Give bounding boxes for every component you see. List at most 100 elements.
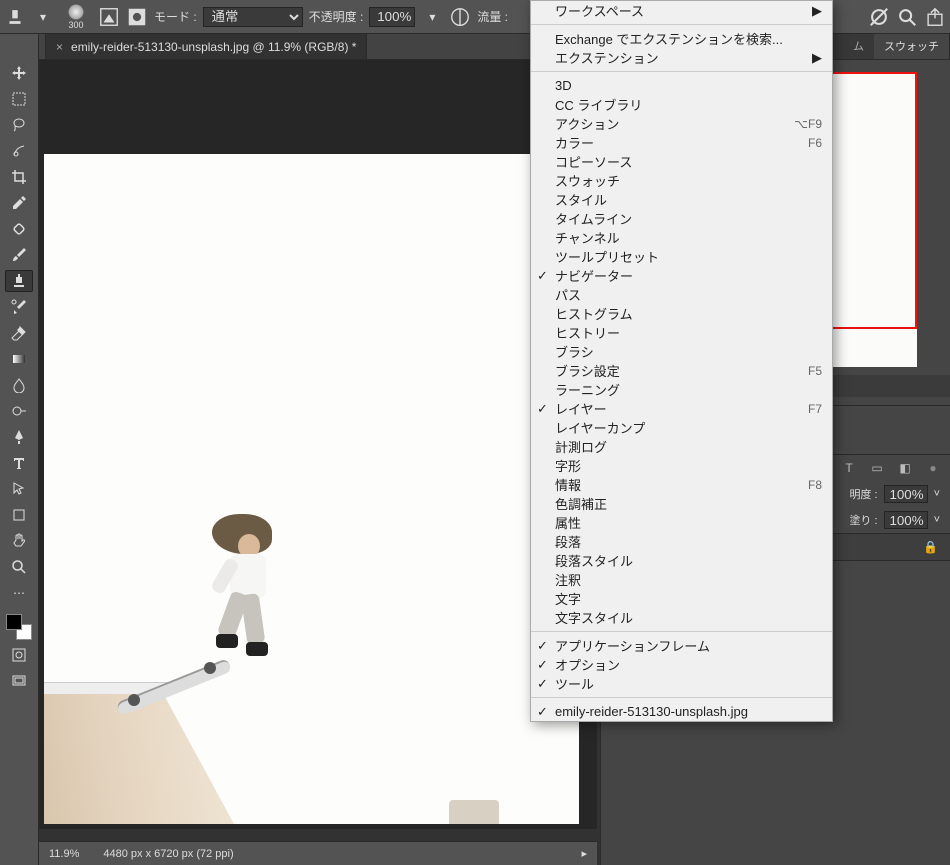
eyedropper-tool[interactable] bbox=[5, 192, 33, 214]
menu-item[interactable]: Exchange でエクステンションを検索... bbox=[531, 29, 832, 48]
search-icon[interactable] bbox=[896, 6, 918, 28]
menu-item[interactable]: エクステンション▶ bbox=[531, 48, 832, 67]
layer-opacity-label: 明度 : bbox=[849, 486, 877, 502]
opacity-input[interactable] bbox=[369, 7, 415, 27]
menu-shortcut: F8 bbox=[808, 478, 822, 492]
menu-separator bbox=[531, 631, 832, 632]
menu-item[interactable]: スウォッチ bbox=[531, 171, 832, 190]
menu-item-label: レイヤーカンプ bbox=[555, 418, 645, 437]
menu-item[interactable]: レイヤーカンプ bbox=[531, 418, 832, 437]
menu-item[interactable]: タイムライン bbox=[531, 209, 832, 228]
layer-opacity-input[interactable] bbox=[884, 485, 928, 503]
menu-item[interactable]: CC ライブラリ bbox=[531, 95, 832, 114]
panel-tab-swatches[interactable]: スウォッチ bbox=[874, 34, 950, 59]
menu-item[interactable]: 字形 bbox=[531, 456, 832, 475]
marquee-tool[interactable] bbox=[5, 88, 33, 110]
dodge-tool[interactable] bbox=[5, 400, 33, 422]
screenmode-tool[interactable] bbox=[5, 670, 33, 692]
menu-item[interactable]: ✓レイヤーF7 bbox=[531, 399, 832, 418]
quickmask-tool[interactable] bbox=[5, 644, 33, 666]
hand-tool[interactable] bbox=[5, 530, 33, 552]
menu-item-label: スタイル bbox=[555, 190, 607, 209]
menu-item[interactable]: ✓emily-reider-513130-unsplash.jpg bbox=[531, 702, 832, 721]
menu-item-label: 文字スタイル bbox=[555, 608, 633, 627]
panel-tab-histogram[interactable]: ム bbox=[843, 34, 874, 59]
path-select-tool[interactable] bbox=[5, 478, 33, 500]
clone-stamp-tool[interactable] bbox=[5, 270, 33, 292]
healing-tool[interactable] bbox=[5, 218, 33, 240]
menu-item[interactable]: チャンネル bbox=[531, 228, 832, 247]
check-icon: ✓ bbox=[537, 704, 548, 720]
menu-item[interactable]: ✓オプション bbox=[531, 655, 832, 674]
history-brush-tool[interactable] bbox=[5, 296, 33, 318]
menu-item[interactable]: ラーニング bbox=[531, 380, 832, 399]
menu-item[interactable]: ワークスペース▶ bbox=[531, 1, 832, 20]
menu-item[interactable]: ✓アプリケーションフレーム bbox=[531, 636, 832, 655]
pressure-icon[interactable] bbox=[868, 6, 890, 28]
filter-type-icon[interactable]: T bbox=[842, 461, 856, 475]
menu-item[interactable]: パス bbox=[531, 285, 832, 304]
more-tools[interactable]: ⋯ bbox=[5, 582, 33, 604]
menu-item[interactable]: 情報F8 bbox=[531, 475, 832, 494]
menu-item[interactable]: 計測ログ bbox=[531, 437, 832, 456]
brush-panel-icon[interactable] bbox=[98, 6, 120, 28]
menu-item-label: 色調補正 bbox=[555, 494, 607, 513]
canvas-area[interactable] bbox=[39, 60, 597, 829]
menu-item[interactable]: 属性 bbox=[531, 513, 832, 532]
menu-item[interactable]: 注釈 bbox=[531, 570, 832, 589]
menu-item[interactable]: 文字スタイル bbox=[531, 608, 832, 627]
menu-item[interactable]: ヒストグラム bbox=[531, 304, 832, 323]
opacity-dropdown-icon[interactable]: ▾ bbox=[421, 6, 443, 28]
filter-toggle-icon[interactable]: ● bbox=[926, 461, 940, 475]
brush-tool[interactable] bbox=[5, 244, 33, 266]
menu-item-label: 注釈 bbox=[555, 570, 581, 589]
lasso-tool[interactable] bbox=[5, 114, 33, 136]
pressure-opacity-icon[interactable] bbox=[449, 6, 471, 28]
move-tool[interactable] bbox=[5, 62, 33, 84]
menu-item-label: ラーニング bbox=[555, 380, 620, 399]
brush-size: 300 bbox=[68, 20, 83, 30]
menu-item[interactable]: ブラシ設定F5 bbox=[531, 361, 832, 380]
menu-item[interactable]: スタイル bbox=[531, 190, 832, 209]
document-tab[interactable]: × emily-reider-513130-unsplash.jpg @ 11.… bbox=[45, 33, 367, 59]
brush-settings-icon[interactable] bbox=[126, 6, 148, 28]
menu-separator bbox=[531, 24, 832, 25]
menu-item[interactable]: 色調補正 bbox=[531, 494, 832, 513]
zoom-tool[interactable] bbox=[5, 556, 33, 578]
layer-fill-input[interactable] bbox=[884, 511, 928, 529]
filter-shape-icon[interactable]: ▭ bbox=[870, 461, 884, 475]
brush-preview[interactable]: 300 bbox=[60, 4, 92, 30]
menu-item[interactable]: 段落 bbox=[531, 532, 832, 551]
status-arrow-icon[interactable]: ▸ bbox=[581, 847, 587, 860]
color-swatch[interactable] bbox=[6, 614, 32, 640]
close-tab-icon[interactable]: × bbox=[56, 40, 63, 54]
menu-shortcut: F6 bbox=[808, 136, 822, 150]
dropdown-icon[interactable]: ▾ bbox=[32, 6, 54, 28]
gradient-tool[interactable] bbox=[5, 348, 33, 370]
menu-item[interactable]: 3D bbox=[531, 76, 832, 95]
menu-item[interactable]: 段落スタイル bbox=[531, 551, 832, 570]
shape-tool[interactable] bbox=[5, 504, 33, 526]
menu-item-label: コピーソース bbox=[555, 152, 632, 171]
lock-icon[interactable]: 🔒 bbox=[923, 540, 938, 554]
menu-item[interactable]: ヒストリー bbox=[531, 323, 832, 342]
menu-item[interactable]: カラーF6 bbox=[531, 133, 832, 152]
menu-item[interactable]: アクション⌥F9 bbox=[531, 114, 832, 133]
stamp-icon[interactable] bbox=[4, 6, 26, 28]
menu-item[interactable]: ツールプリセット bbox=[531, 247, 832, 266]
quick-select-tool[interactable] bbox=[5, 140, 33, 162]
menu-item[interactable]: 文字 bbox=[531, 589, 832, 608]
share-icon[interactable] bbox=[924, 6, 946, 28]
type-tool[interactable] bbox=[5, 452, 33, 474]
filter-smart-icon[interactable]: ◧ bbox=[898, 461, 912, 475]
zoom-level[interactable]: 11.9% bbox=[49, 848, 79, 860]
crop-tool[interactable] bbox=[5, 166, 33, 188]
menu-item[interactable]: ✓ナビゲーター bbox=[531, 266, 832, 285]
pen-tool[interactable] bbox=[5, 426, 33, 448]
menu-item[interactable]: コピーソース bbox=[531, 152, 832, 171]
eraser-tool[interactable] bbox=[5, 322, 33, 344]
blend-mode-select[interactable]: 通常 bbox=[203, 7, 303, 27]
menu-item[interactable]: ブラシ bbox=[531, 342, 832, 361]
blur-tool[interactable] bbox=[5, 374, 33, 396]
menu-item[interactable]: ✓ツール bbox=[531, 674, 832, 693]
